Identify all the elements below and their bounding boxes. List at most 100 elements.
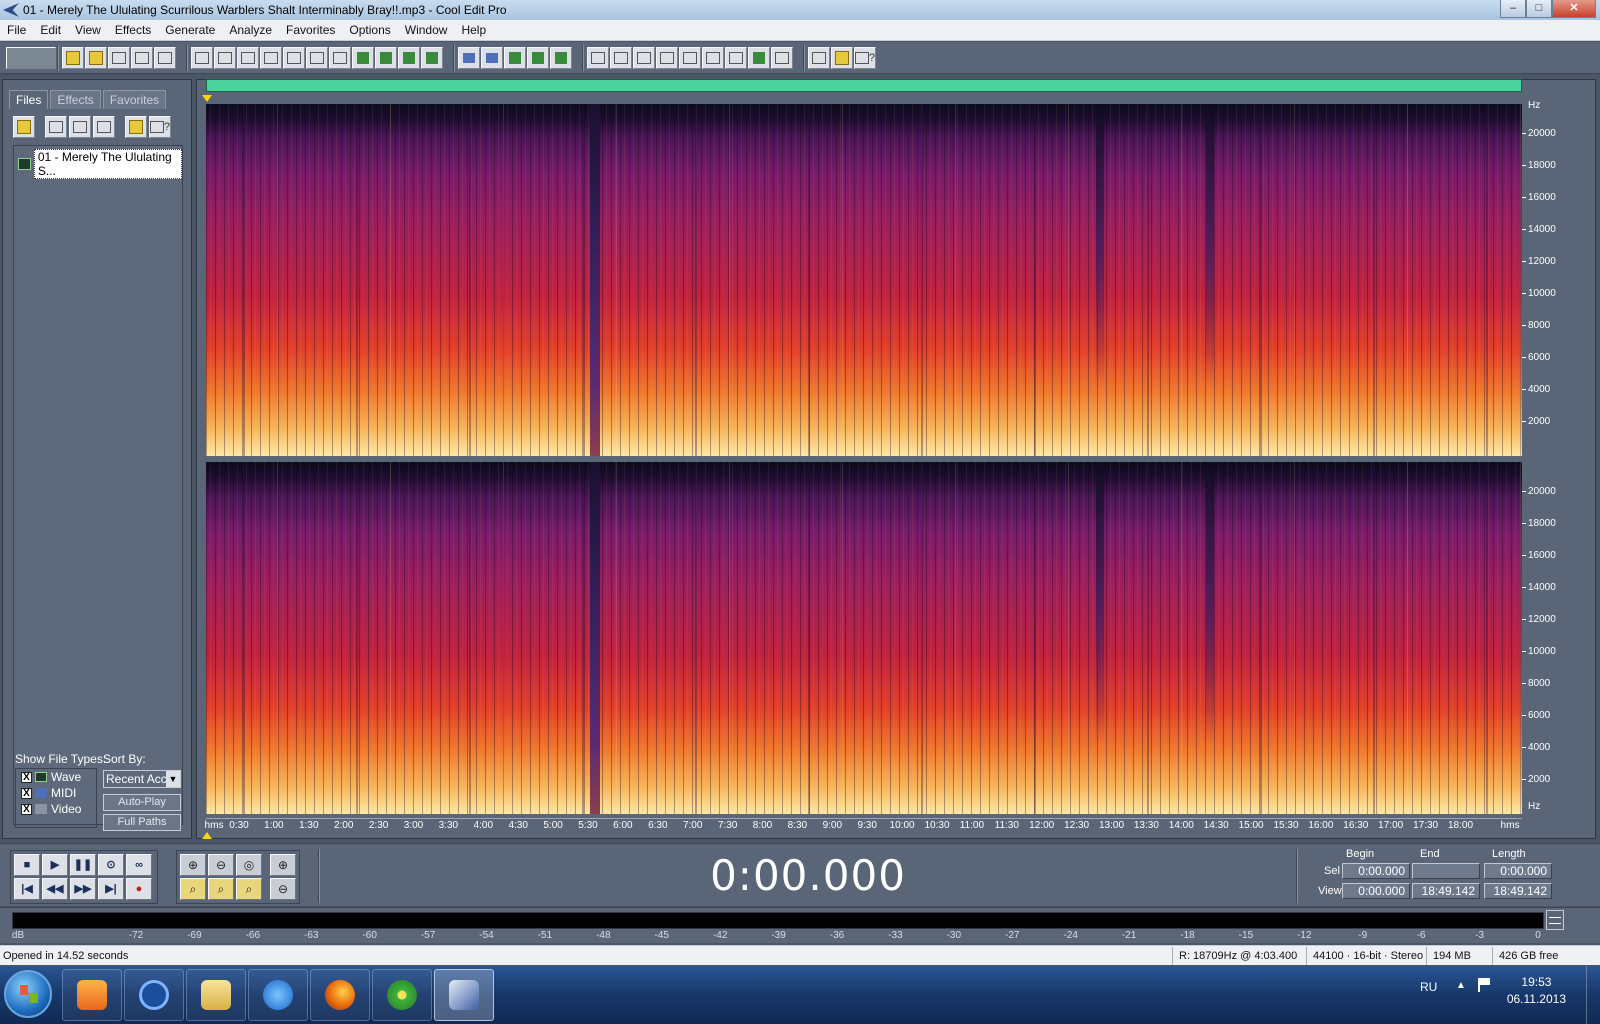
zoom-right-edge-icon[interactable]: ⌕ [236, 878, 262, 900]
menu-analyze[interactable]: Analyze [222, 23, 279, 37]
start-button[interactable] [4, 970, 52, 1018]
mix-paste-icon[interactable] [375, 46, 397, 69]
waveform-view-icon[interactable] [527, 46, 549, 69]
record-button[interactable]: ● [126, 878, 152, 900]
language-indicator[interactable]: RU [1420, 980, 1437, 994]
show-organizer-icon[interactable] [587, 46, 609, 69]
overview-bar[interactable] [206, 79, 1522, 92]
tab-effects[interactable]: Effects [50, 90, 101, 109]
close-button[interactable]: ✕ [1552, 0, 1596, 18]
taskbar-firefox[interactable] [310, 969, 370, 1021]
spectral-view-left-channel[interactable] [206, 104, 1522, 456]
taskbar-icq[interactable] [372, 969, 432, 1021]
zoom-in-icon[interactable]: ⊕ [180, 854, 206, 876]
stop-button[interactable]: ■ [14, 854, 40, 876]
help-icon[interactable]: ? [854, 46, 876, 69]
open-file-icon[interactable] [13, 116, 35, 138]
list-item[interactable]: 01 - Merely The Ululating S... [18, 149, 182, 179]
time-format-icon[interactable] [702, 46, 724, 69]
status-format[interactable]: 44100 · 16-bit · Stereo [1306, 947, 1423, 965]
sel-end-field[interactable] [1412, 863, 1480, 879]
full-paths-button[interactable]: Full Paths [103, 814, 181, 831]
save-as-icon[interactable] [131, 46, 153, 69]
menu-window[interactable]: Window [398, 23, 455, 37]
wave-checkbox-box[interactable]: X [21, 771, 32, 783]
taskbar-explorer[interactable] [186, 969, 246, 1021]
play-cursor-top-marker[interactable] [202, 95, 212, 102]
frames-icon[interactable] [725, 46, 747, 69]
video-checkbox[interactable]: X Video [21, 802, 81, 816]
tab-files[interactable]: Files [9, 90, 49, 109]
loop-play-button[interactable]: ∞ [126, 854, 152, 876]
multitrack-toggle-button[interactable] [6, 46, 56, 69]
trim-icon[interactable] [398, 46, 420, 69]
midi-checkbox-box[interactable]: X [21, 787, 32, 799]
action-center-flag-icon[interactable] [1478, 978, 1490, 992]
insert-into-playlist-icon[interactable] [93, 116, 115, 138]
taskbar-media-player[interactable] [62, 969, 122, 1021]
file-name[interactable]: 01 - Merely The Ululating S... [33, 149, 182, 179]
zoom-out-icon[interactable]: ⊖ [208, 854, 234, 876]
scripts-icon[interactable] [831, 46, 853, 69]
spectral-view-icon[interactable] [504, 46, 526, 69]
insert-into-multitrack-icon[interactable] [69, 116, 91, 138]
play-cursor-bottom-marker[interactable] [202, 832, 212, 839]
zoom-full-icon[interactable]: ◎ [236, 854, 262, 876]
show-hidden-icons-icon[interactable]: ▲ [1456, 980, 1466, 991]
wave-checkbox[interactable]: X Wave [21, 770, 81, 784]
menu-edit[interactable]: Edit [33, 23, 68, 37]
spectral-view-right-channel[interactable] [206, 462, 1522, 814]
menu-help[interactable]: Help [454, 23, 493, 37]
play-button[interactable]: ▶ [42, 854, 68, 876]
video-checkbox-box[interactable]: X [21, 803, 32, 815]
taskbar-internet-explorer[interactable] [248, 969, 308, 1021]
view-end-field[interactable]: 18:49.142 [1412, 883, 1480, 899]
paste-new-icon[interactable] [352, 46, 374, 69]
show-playlist-icon[interactable] [633, 46, 655, 69]
repeat-last-icon[interactable] [237, 46, 259, 69]
menu-generate[interactable]: Generate [158, 23, 222, 37]
save-all-icon[interactable] [154, 46, 176, 69]
midi-checkbox[interactable]: X MIDI [21, 786, 76, 800]
settings-icon[interactable] [808, 46, 830, 69]
show-cue-list-icon[interactable] [610, 46, 632, 69]
menu-view[interactable]: View [68, 23, 108, 37]
meter-clip-indicator[interactable] [1546, 910, 1564, 930]
zoom-in-vertical-icon[interactable]: ⊕ [270, 854, 296, 876]
show-desktop-button[interactable] [1586, 966, 1600, 1024]
sort-by-select[interactable]: Recent Acc ▼ [103, 770, 181, 788]
zoom-out-vertical-icon[interactable]: ⊖ [270, 878, 296, 900]
pause-button[interactable]: ❚❚ [70, 854, 96, 876]
view-begin-field[interactable]: 0:00.000 [1342, 883, 1410, 899]
fast-forward-button[interactable]: ▶▶ [70, 878, 96, 900]
zoom-left-edge-icon[interactable]: ⌕ [208, 878, 234, 900]
zoom-to-selection-icon[interactable]: ⌕ [180, 878, 206, 900]
spectral-color-icon[interactable] [748, 46, 770, 69]
help-icon[interactable]: ? [149, 116, 171, 138]
play-to-end-button[interactable]: ⊙ [98, 854, 124, 876]
close-file-icon[interactable] [45, 116, 67, 138]
cut-icon[interactable] [306, 46, 328, 69]
auto-play-button[interactable]: Auto-Play [103, 794, 181, 811]
go-to-beginning-button[interactable]: |◀ [14, 878, 40, 900]
normalize-icon[interactable] [481, 46, 503, 69]
minimize-button[interactable]: – [1500, 0, 1526, 18]
frequency-analysis-icon[interactable] [550, 46, 572, 69]
maximize-button[interactable]: □ [1526, 0, 1552, 18]
open-file-icon[interactable] [85, 46, 107, 69]
menu-favorites[interactable]: Favorites [279, 23, 342, 37]
menu-effects[interactable]: Effects [108, 23, 158, 37]
menu-file[interactable]: File [0, 23, 33, 37]
clock[interactable]: 19:53 06.11.2013 [1507, 974, 1566, 1008]
taskbar-mail[interactable] [124, 969, 184, 1021]
taskbar-cool-edit-pro[interactable] [434, 969, 494, 1021]
play-preview-icon[interactable] [656, 46, 678, 69]
level-meter[interactable] [12, 912, 1544, 929]
go-to-end-button[interactable]: ▶| [98, 878, 124, 900]
chevron-down-icon[interactable]: ▼ [166, 771, 180, 787]
envelope-icon[interactable] [458, 46, 480, 69]
sel-length-field[interactable]: 0:00.000 [1484, 863, 1552, 879]
save-icon[interactable] [108, 46, 130, 69]
menu-options[interactable]: Options [342, 23, 397, 37]
sel-begin-field[interactable]: 0:00.000 [1342, 863, 1410, 879]
